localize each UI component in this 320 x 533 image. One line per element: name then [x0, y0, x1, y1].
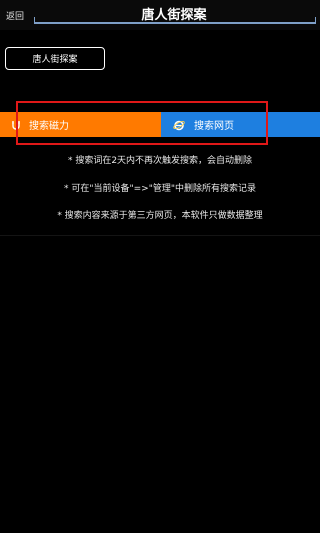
keyword-chip-label: 唐人街探案 — [32, 55, 78, 65]
tab-search-magnet[interactable]: 搜索磁力 — [0, 112, 161, 137]
search-keyword-chip[interactable]: 唐人街探案 — [5, 47, 105, 70]
top-bar: 返回 唐人街探案 — [0, 0, 320, 30]
note-manage-records: * 可在"当前设备"=>"管理"中删除所有搜索记录 — [63, 184, 256, 194]
back-button[interactable]: 返回 — [6, 9, 24, 22]
note-auto-delete: * 搜索词在2天内不再次触发搜索，会自动删除 — [67, 156, 253, 166]
page-title: 唐人街探案 — [141, 8, 207, 23]
title-underline-left-cap — [34, 17, 35, 24]
tab-search-web[interactable]: 搜索网页 — [161, 112, 320, 137]
title-underline — [34, 22, 316, 24]
magnet-icon — [11, 120, 21, 130]
search-tabs: 搜索磁力 搜索网页 — [0, 112, 320, 137]
ie-icon — [173, 119, 185, 131]
tab-search-web-label: 搜索网页 — [194, 121, 234, 132]
divider — [0, 235, 320, 236]
tab-search-magnet-label: 搜索磁力 — [29, 121, 69, 132]
note-content-source: * 搜索内容来源于第三方网页，本软件只做数据整理 — [57, 211, 263, 221]
title-underline-right-cap — [315, 17, 316, 24]
